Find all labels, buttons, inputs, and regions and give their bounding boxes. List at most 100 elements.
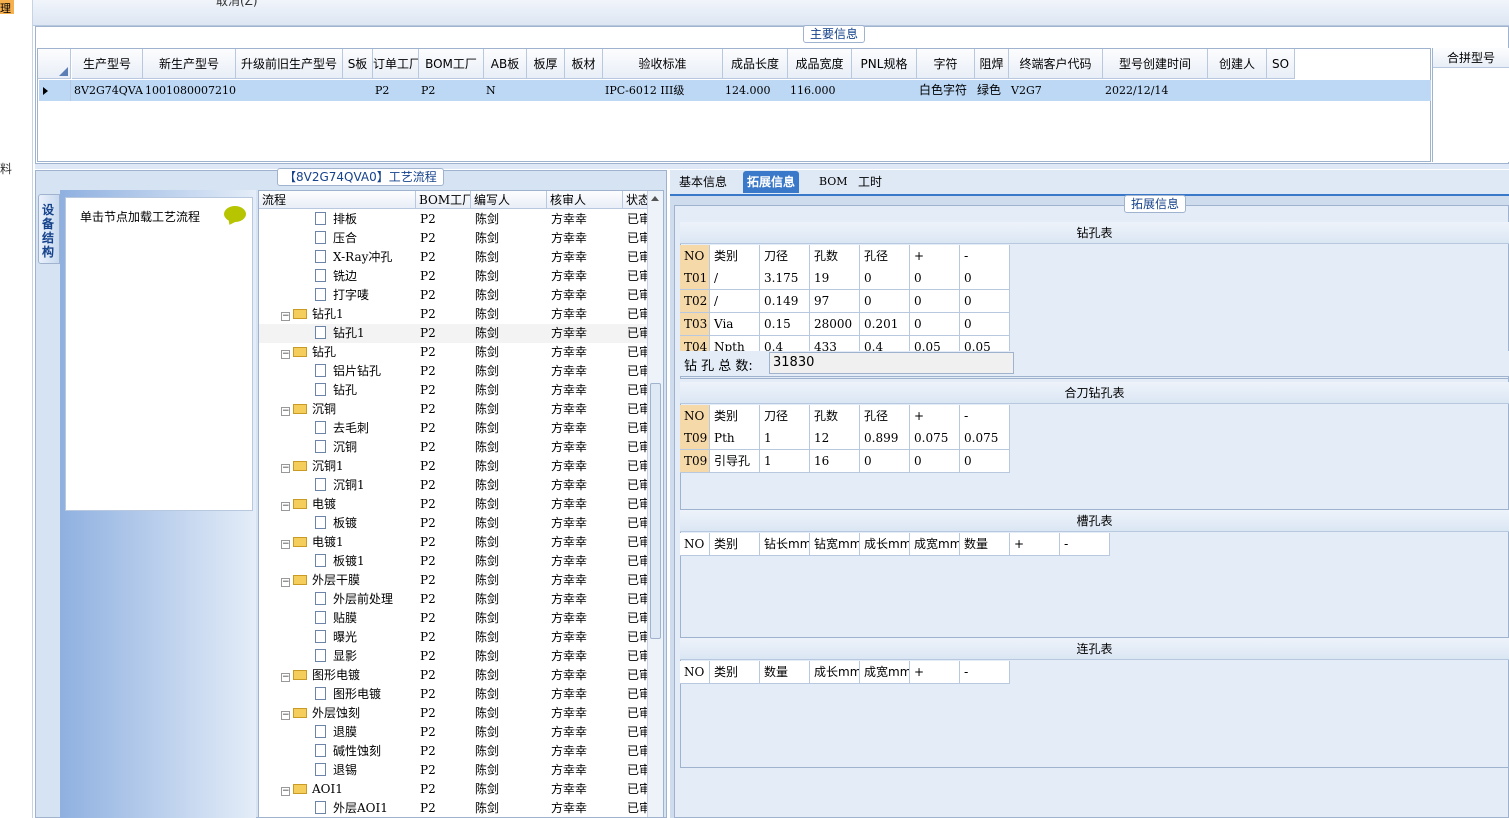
process-row[interactable]: − 沉铜 P2 陈剑 方幸幸 已审	[259, 400, 649, 419]
main-col-header[interactable]: BOM工厂	[419, 49, 484, 79]
scroll-up-icon[interactable]	[651, 196, 659, 201]
main-col-header[interactable]: S板	[343, 49, 373, 79]
process-row[interactable]: 去毛刺 P2 陈剑 方幸幸 已审	[259, 419, 649, 438]
collapse-icon[interactable]: −	[281, 787, 290, 796]
process-row[interactable]: 图形电镀 P2 陈剑 方幸幸 已审	[259, 685, 649, 704]
process-col-header[interactable]: 流程	[259, 191, 416, 209]
process-row[interactable]: 压合 P2 陈剑 方幸幸 已审	[259, 229, 649, 248]
main-cell[interactable]	[343, 80, 373, 101]
tab-bom[interactable]: BOM	[815, 171, 852, 193]
tree-scrollbar[interactable]	[647, 191, 663, 817]
process-row[interactable]: 板镀1 P2 陈剑 方幸幸 已审	[259, 552, 649, 571]
process-row[interactable]: − 钻孔1 P2 陈剑 方幸幸 已审	[259, 305, 649, 324]
process-row[interactable]: 碱性蚀刻 P2 陈剑 方幸幸 已审	[259, 742, 649, 761]
main-col-header[interactable]: SO	[1267, 49, 1295, 79]
main-col-header[interactable]: 新生产型号	[143, 49, 236, 79]
process-row[interactable]: − 钻孔 P2 陈剑 方幸幸 已审	[259, 343, 649, 362]
main-cell[interactable]: 2022/12/14	[1103, 80, 1208, 101]
process-row[interactable]: − AOI1 P2 陈剑 方幸幸 已审	[259, 780, 649, 799]
main-cell[interactable]	[1267, 80, 1295, 101]
process-row[interactable]: − 图形电镀 P2 陈剑 方幸幸 已审	[259, 666, 649, 685]
process-node-label: 电镀1	[312, 535, 344, 549]
main-cell[interactable]: 白色字符	[917, 80, 975, 101]
equipment-structure-tab[interactable]: 设备结构	[38, 194, 60, 264]
tab-work-hours[interactable]: 工时	[854, 171, 886, 193]
process-col-header[interactable]: BOM工厂	[416, 191, 471, 209]
main-cell[interactable]: 116.000	[788, 80, 852, 101]
collapse-icon[interactable]: −	[281, 350, 290, 359]
collapse-icon[interactable]: −	[281, 502, 290, 511]
main-col-header[interactable]: 终端客户代码	[1009, 49, 1103, 79]
process-row[interactable]: 退膜 P2 陈剑 方幸幸 已审	[259, 723, 649, 742]
collapse-icon[interactable]: −	[281, 312, 290, 321]
process-row[interactable]: 铣边 P2 陈剑 方幸幸 已审	[259, 267, 649, 286]
process-row[interactable]: 板镀 P2 陈剑 方幸幸 已审	[259, 514, 649, 533]
main-col-header[interactable]: 成品长度	[723, 49, 788, 79]
collapse-icon[interactable]: −	[281, 540, 290, 549]
splitter[interactable]	[35, 164, 1509, 169]
main-col-header[interactable]: PNL规格	[852, 49, 917, 79]
process-row[interactable]: 外层AOI1 P2 陈剑 方幸幸 已审	[259, 799, 649, 818]
process-row[interactable]: 贴膜 P2 陈剑 方幸幸 已审	[259, 609, 649, 628]
main-cell[interactable]: P2	[419, 80, 484, 101]
process-row[interactable]: 排板 P2 陈剑 方幸幸 已审	[259, 210, 649, 229]
main-cell[interactable]	[236, 80, 343, 101]
process-row[interactable]: − 外层蚀刻 P2 陈剑 方幸幸 已审	[259, 704, 649, 723]
collapse-icon[interactable]: −	[281, 578, 290, 587]
process-row[interactable]: − 沉铜1 P2 陈剑 方幸幸 已审	[259, 457, 649, 476]
main-cell[interactable]	[565, 80, 603, 101]
main-cell[interactable]	[1208, 80, 1267, 101]
main-cell[interactable]: 124.000	[723, 80, 788, 101]
process-row[interactable]: 曝光 P2 陈剑 方幸幸 已审	[259, 628, 649, 647]
process-row[interactable]: − 电镀 P2 陈剑 方幸幸 已审	[259, 495, 649, 514]
main-col-header[interactable]: 板厚	[527, 49, 565, 79]
process-row[interactable]: 沉铜 P2 陈剑 方幸幸 已审	[259, 438, 649, 457]
main-col-header[interactable]: 字符	[917, 49, 975, 79]
process-row[interactable]: 沉铜1 P2 陈剑 方幸幸 已审	[259, 476, 649, 495]
main-cell[interactable]: N	[484, 80, 527, 101]
process-row[interactable]: 钻孔 P2 陈剑 方幸幸 已审	[259, 381, 649, 400]
tab-basic-info[interactable]: 基本信息	[675, 171, 731, 193]
left-tab[interactable]: 理	[0, 0, 14, 15]
main-cell[interactable]: 10010800072108	[143, 80, 236, 101]
main-col-header[interactable]: AB板	[484, 49, 527, 79]
collapse-icon[interactable]: −	[281, 407, 290, 416]
main-col-header[interactable]: 生产型号	[72, 49, 143, 79]
main-cell[interactable]: 8V2G74QVA0	[72, 80, 143, 101]
main-cell[interactable]	[527, 80, 565, 101]
process-row[interactable]: 外层前处理 P2 陈剑 方幸幸 已审	[259, 590, 649, 609]
collapse-icon[interactable]: −	[281, 673, 290, 682]
collapse-icon[interactable]: −	[281, 711, 290, 720]
main-cell[interactable]: V2G7	[1009, 80, 1103, 101]
main-col-header[interactable]: 阻焊	[975, 49, 1009, 79]
drill-total-field[interactable]: 31830	[769, 352, 1014, 374]
process-row[interactable]: 退锡 P2 陈剑 方幸幸 已审	[259, 761, 649, 780]
process-row[interactable]: − 外层干膜 P2 陈剑 方幸幸 已审	[259, 571, 649, 590]
tab-ext-info[interactable]: 拓展信息	[743, 171, 800, 193]
process-row[interactable]: X-Ray冲孔 P2 陈剑 方幸幸 已审	[259, 248, 649, 267]
nav-tree-box[interactable]: 单击节点加载工艺流程	[65, 197, 253, 511]
process-row[interactable]: 钻孔1 P2 陈剑 方幸幸 已审	[259, 324, 649, 343]
scroll-thumb[interactable]	[650, 383, 661, 639]
process-row[interactable]: 打字唛 P2 陈剑 方幸幸 已审	[259, 286, 649, 305]
process-col-header[interactable]: 编写人	[471, 191, 547, 209]
process-row[interactable]: − 电镀1 P2 陈剑 方幸幸 已审	[259, 533, 649, 552]
main-col-header[interactable]: 成品宽度	[788, 49, 852, 79]
table-cell: 1	[760, 450, 810, 473]
row-indicator[interactable]	[38, 80, 71, 101]
main-col-header[interactable]: 板材	[565, 49, 603, 79]
process-row[interactable]: 铝片钻孔 P2 陈剑 方幸幸 已审	[259, 362, 649, 381]
main-col-header[interactable]: 型号创建时间	[1103, 49, 1208, 79]
main-col-header[interactable]: 升级前旧生产型号	[236, 49, 343, 79]
main-col-header[interactable]: 订单工厂	[373, 49, 419, 79]
collapse-icon[interactable]: −	[281, 464, 290, 473]
cancel-button[interactable]: 取消(Z)	[216, 0, 258, 9]
process-row[interactable]: 显影 P2 陈剑 方幸幸 已审	[259, 647, 649, 666]
process-col-header[interactable]: 核审人	[547, 191, 623, 209]
main-col-header[interactable]: 验收标准	[603, 49, 723, 79]
main-cell[interactable]: P2	[373, 80, 419, 101]
main-cell[interactable]: IPC-6012 III级	[603, 80, 723, 101]
main-col-header[interactable]: 创建人	[1208, 49, 1267, 79]
main-cell[interactable]: 绿色	[975, 80, 1009, 101]
main-cell[interactable]	[852, 80, 917, 101]
